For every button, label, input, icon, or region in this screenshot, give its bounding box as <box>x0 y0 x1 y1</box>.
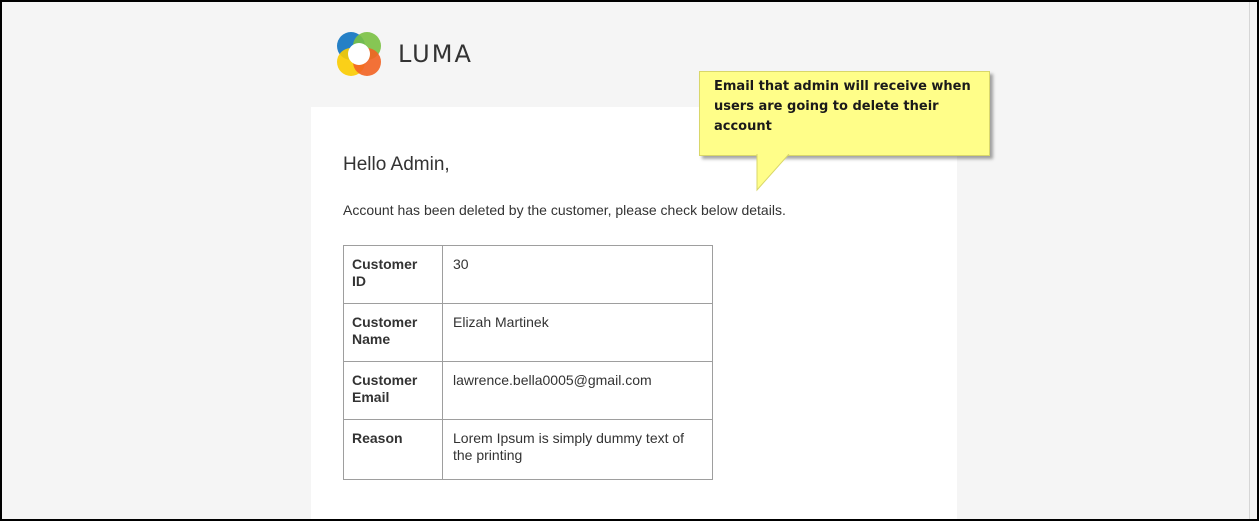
table-row: Customer ID 30 <box>343 245 713 304</box>
email-body: Hello Admin, Account has been deleted by… <box>311 107 957 519</box>
email-header: LUMA <box>332 26 473 82</box>
table-row: Reason Lorem Ipsum is simply dummy text … <box>343 419 713 480</box>
luma-logo-icon <box>337 32 381 76</box>
customer-name-value: Elizah Martinek <box>442 303 713 362</box>
callout-pointer <box>756 154 790 192</box>
customer-details-table: Customer ID 30 Customer Name Elizah Mart… <box>343 245 713 480</box>
customer-id-value: 30 <box>442 245 713 304</box>
customer-email-label: Customer Email <box>343 361 443 420</box>
reason-value: Lorem Ipsum is simply dummy text of the … <box>442 419 713 480</box>
table-row: Customer Name Elizah Martinek <box>343 303 713 362</box>
email-intro: Account has been deleted by the customer… <box>343 202 786 218</box>
luma-logo-text: LUMA <box>398 40 473 68</box>
annotation-callout: Email that admin will receive when users… <box>699 71 990 156</box>
customer-email-value: lawrence.bella0005@gmail.com <box>442 361 713 420</box>
screenshot-frame: LUMA Hello Admin, Account has been delet… <box>0 0 1259 521</box>
table-row: Customer Email lawrence.bella0005@gmail.… <box>343 361 713 420</box>
page-edge-divider <box>1249 2 1250 519</box>
reason-label: Reason <box>343 419 443 480</box>
customer-name-label: Customer Name <box>343 303 443 362</box>
customer-id-label: Customer ID <box>343 245 443 304</box>
email-greeting: Hello Admin, <box>343 154 450 175</box>
